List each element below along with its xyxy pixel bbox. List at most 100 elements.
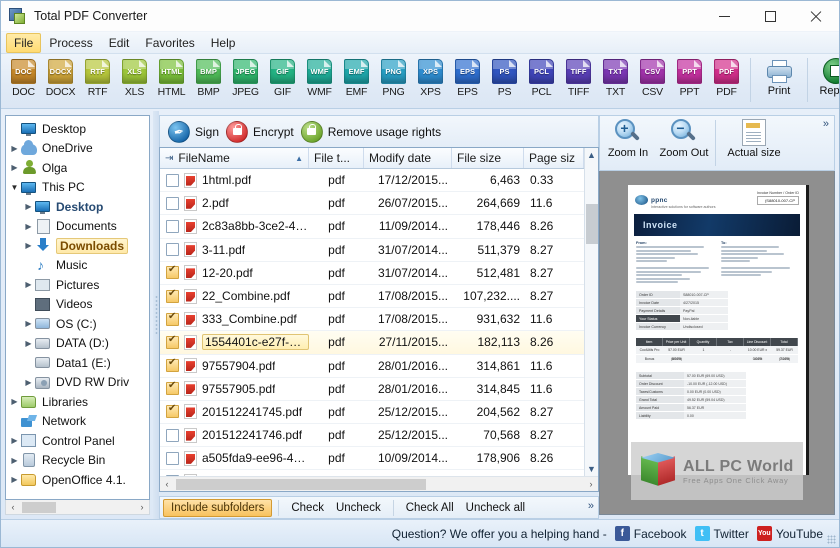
row-checkbox[interactable]	[166, 288, 179, 303]
tree-item-data1-e[interactable]: Data1 (E:)	[6, 353, 149, 373]
scroll-track[interactable]	[20, 500, 135, 514]
tree-item-downloads[interactable]: ▶ Downloads	[6, 236, 149, 256]
scroll-up-arrow-icon[interactable]: ▲	[587, 148, 596, 162]
tree-item-documents[interactable]: ▶ Documents	[6, 217, 149, 237]
table-row[interactable]: 201512241746.pdf pdf 25/12/2015... 70,568 8.…	[160, 424, 584, 448]
convert-to-jpeg-button[interactable]: JPEG JPEG	[227, 56, 264, 98]
folder-tree[interactable]: Desktop ▶ OneDrive ▶ Olga ▼ This PC ▶ Desktop ▶ Do…	[5, 115, 150, 500]
expand-arrow-right-icon[interactable]: ▶	[8, 144, 21, 153]
tree-item-data-d[interactable]: ▶ DATA (D:)	[6, 334, 149, 354]
tree-item-os-c[interactable]: ▶ OS (C:)	[6, 314, 149, 334]
table-row[interactable]: 1html.pdf pdf 17/12/2015... 6,463 0.33	[160, 169, 584, 193]
convert-to-emf-button[interactable]: EMF EMF	[338, 56, 375, 98]
sign-button[interactable]: ✒ Sign	[168, 120, 219, 143]
convert-to-ps-button[interactable]: PS PS	[486, 56, 523, 98]
expand-arrow-right-icon[interactable]: ▶	[8, 163, 21, 172]
tree-item-onedrive[interactable]: ▶ OneDrive	[6, 139, 149, 159]
tree-horizontal-scrollbar[interactable]: ‹ ›	[5, 500, 150, 515]
include-subfolders-button[interactable]: Include subfolders	[163, 498, 273, 517]
expand-arrow-right-icon[interactable]: ▶	[22, 202, 35, 211]
check-button[interactable]: Check	[285, 500, 330, 516]
menu-item-process[interactable]: Process	[41, 33, 100, 53]
row-checkbox[interactable]	[166, 357, 179, 373]
row-checkbox[interactable]	[166, 403, 179, 419]
row-checkbox[interactable]	[166, 219, 179, 233]
zoom-in-button[interactable]: + Zoom In	[600, 119, 656, 159]
table-row[interactable]: a505fda9-ee96-4344-90ab-8... pdf 10/09/201…	[160, 447, 584, 471]
table-row[interactable]: 201512241745.pdf pdf 25/12/2015... 204,562 8…	[160, 401, 584, 425]
tree-item-recycle-bin[interactable]: ▶ Recycle Bin	[6, 451, 149, 471]
convert-to-html-button[interactable]: HTML HTML	[153, 56, 190, 98]
table-row[interactable]: 22_Combine.pdf pdf 17/08/2015... 107,232...…	[160, 285, 584, 309]
zoom-out-button[interactable]: − Zoom Out	[656, 119, 712, 159]
menu-item-help[interactable]: Help	[203, 33, 244, 53]
check-all-button[interactable]: Check All	[400, 500, 460, 516]
row-checkbox[interactable]	[166, 264, 179, 280]
convert-to-xls-button[interactable]: XLS XLS	[116, 56, 153, 98]
maximize-button[interactable]	[747, 1, 793, 32]
tree-item-control-panel[interactable]: ▶ Control Panel	[6, 431, 149, 451]
table-row[interactable]: 12-20.pdf pdf 31/07/2014... 512,481 8.27	[160, 262, 584, 285]
table-row[interactable]: 2c83a8bb-3ce2-484c-b779-b... pdf 11/09/201…	[160, 215, 584, 239]
facebook-link[interactable]: f Facebook	[614, 526, 687, 541]
overflow-chevron-icon[interactable]: »	[588, 500, 594, 512]
uncheck-all-button[interactable]: Uncheck all	[460, 500, 531, 516]
row-checkbox[interactable]	[166, 475, 179, 476]
scroll-right-arrow-icon[interactable]: ›	[135, 502, 149, 512]
expand-arrow-right-icon[interactable]: ▶	[22, 241, 35, 250]
table-row[interactable]: 1554401c-e27f-41b7-8ec3-ae... pdf 27/11/20…	[160, 331, 584, 355]
convert-to-doc-button[interactable]: DOC DOC	[5, 56, 42, 98]
convert-to-pcl-button[interactable]: PCL PCL	[523, 56, 560, 98]
row-checkbox[interactable]	[166, 173, 179, 187]
menu-item-favorites[interactable]: Favorites	[137, 33, 202, 53]
convert-to-bmp-button[interactable]: BMP BMP	[190, 56, 227, 98]
expand-arrow-right-icon[interactable]: ▶	[8, 456, 21, 465]
convert-to-ppt-button[interactable]: PPT PPT	[671, 56, 708, 98]
convert-to-tiff-button[interactable]: TIFF TIFF	[560, 56, 597, 98]
table-row[interactable]: 3-11.pdf pdf 31/07/2014... 511,379 8.27	[160, 239, 584, 262]
column-header-filename[interactable]: ⇥ FileName ▲	[160, 148, 309, 168]
expand-arrow-right-icon[interactable]: ▶	[22, 222, 35, 231]
expand-arrow-right-icon[interactable]: ▶	[22, 280, 35, 289]
tree-item-videos[interactable]: Videos	[6, 295, 149, 315]
table-row[interactable]: 333_Combine.pdf pdf 17/08/2015... 931,632 11…	[160, 308, 584, 332]
expand-arrow-right-icon[interactable]: ▶	[8, 397, 21, 406]
tree-item-pictures[interactable]: ▶ Pictures	[6, 275, 149, 295]
expand-arrow-right-icon[interactable]: ▶	[22, 339, 35, 348]
row-checkbox[interactable]	[166, 451, 179, 465]
convert-to-png-button[interactable]: PNG PNG	[375, 56, 412, 98]
convert-to-docx-button[interactable]: DOCX DOCX	[42, 56, 79, 98]
convert-to-gif-button[interactable]: GIF GIF	[264, 56, 301, 98]
convert-to-rtf-button[interactable]: RTF RTF	[79, 56, 116, 98]
convert-to-txt-button[interactable]: TXT TXT	[597, 56, 634, 98]
preview-overflow-chevron-icon[interactable]: »	[823, 118, 829, 130]
tree-item-music[interactable]: ♪ Music	[6, 256, 149, 276]
tree-item-dvd-rw-driv[interactable]: ▶ DVD RW Driv	[6, 373, 149, 393]
row-checkbox[interactable]	[166, 334, 179, 349]
close-button[interactable]	[793, 1, 839, 32]
tree-item-this-pc[interactable]: ▼ This PC	[6, 178, 149, 198]
tree-item-desktop[interactable]: Desktop	[6, 119, 149, 139]
actual-size-button[interactable]: Actual size	[719, 119, 789, 159]
convert-to-eps-button[interactable]: EPS EPS	[449, 56, 486, 98]
scroll-down-arrow-icon[interactable]: ▼	[587, 462, 596, 476]
expand-arrow-right-icon[interactable]: ▶	[8, 475, 21, 484]
tree-item-network[interactable]: Network	[6, 412, 149, 432]
menu-item-file[interactable]: File	[6, 32, 42, 53]
scroll-thumb[interactable]	[176, 478, 426, 490]
row-checkbox[interactable]	[166, 196, 179, 210]
convert-to-xps-button[interactable]: XPS XPS	[412, 56, 449, 98]
column-header-filetype[interactable]: File t...	[309, 148, 364, 168]
row-checkbox[interactable]	[166, 311, 179, 326]
expand-arrow-down-icon[interactable]: ▼	[8, 183, 21, 192]
column-header-modifydate[interactable]: Modify date	[364, 148, 452, 168]
scroll-left-arrow-icon[interactable]: ‹	[160, 479, 174, 489]
resize-grip[interactable]	[827, 535, 836, 544]
tree-item-openoffice-4-1[interactable]: ▶ OpenOffice 4.1.	[6, 470, 149, 490]
tree-item-olga[interactable]: ▶ Olga	[6, 158, 149, 178]
convert-to-wmf-button[interactable]: WMF WMF	[301, 56, 338, 98]
table-row[interactable]: 2.pdf pdf 26/07/2015... 264,669 11.6	[160, 192, 584, 216]
youtube-link[interactable]: You YouTube	[756, 526, 823, 541]
file-list-vertical-scrollbar[interactable]: ▲ ▼	[584, 148, 598, 476]
scroll-left-arrow-icon[interactable]: ‹	[6, 502, 20, 512]
